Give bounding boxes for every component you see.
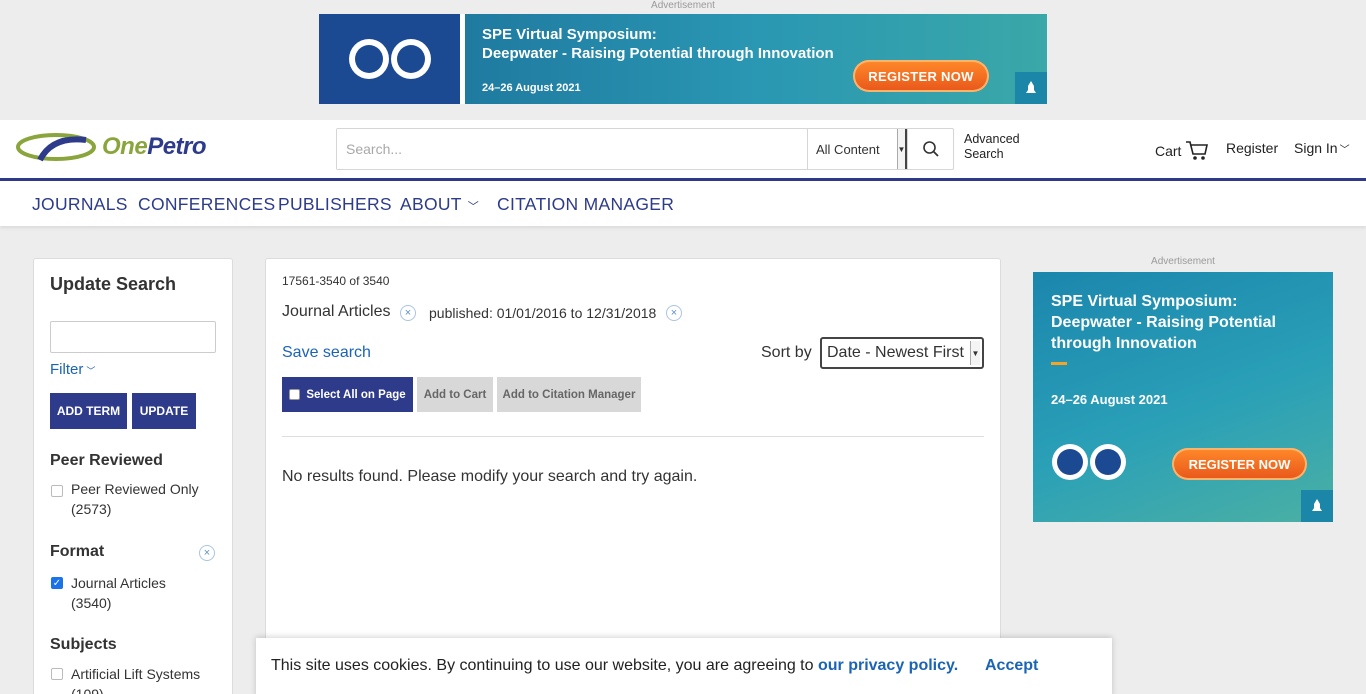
cart-icon	[1186, 141, 1209, 160]
subjects-heading: Subjects	[50, 636, 117, 653]
ad-choices-icon[interactable]	[1301, 490, 1333, 522]
globe-icon	[1052, 444, 1088, 480]
side-ad-register-button[interactable]: REGISTER NOW	[1172, 448, 1307, 480]
nav-about[interactable]: ABOUT ﹀	[400, 194, 479, 215]
search-bar: All Content ▼	[336, 128, 954, 170]
results-count: 17561-3540 of 3540	[282, 274, 390, 288]
logo-wordmark: OnePetro	[102, 133, 207, 160]
ad-label: Advertisement	[651, 0, 715, 11]
search-scope-select[interactable]: All Content ▼	[807, 129, 907, 169]
accept-cookies-button[interactable]: Accept	[985, 657, 1038, 675]
cart-link[interactable]: Cart	[1155, 140, 1209, 162]
side-ad-subtitle-2: through Innovation	[1051, 335, 1197, 352]
term-input[interactable]	[50, 321, 216, 353]
globe-icon	[1090, 444, 1126, 480]
artificial-lift-label: Artificial Lift Systems (109)	[71, 666, 201, 694]
divider	[1051, 362, 1067, 365]
globe-icon	[390, 39, 431, 79]
cookie-banner: This site uses cookies. By continuing to…	[256, 638, 1112, 694]
no-results-message: No results found. Please modify your sea…	[282, 468, 698, 485]
spe-logo	[319, 14, 460, 104]
sidebar-title: Update Search	[50, 274, 177, 294]
top-ad-region: Advertisement SPE Virtual Symposium: Dee…	[0, 0, 1366, 120]
side-banner-ad[interactable]: SPE Virtual Symposium: Deepwater - Raisi…	[1033, 272, 1333, 522]
chevron-down-icon: ﹀	[86, 366, 96, 376]
caret-down-icon: ▼	[970, 341, 980, 365]
remove-facet-icon[interactable]: ×	[400, 305, 416, 321]
peer-reviewed-checkbox[interactable]	[51, 485, 63, 497]
search-scope-value: All Content	[816, 141, 880, 157]
save-search-link[interactable]: Save search	[282, 344, 371, 362]
clear-format-icon[interactable]: ×	[199, 545, 215, 561]
sign-in-menu[interactable]: Sign In ﹀	[1294, 140, 1350, 156]
site-header: OnePetro All Content ▼ Advanced Search C…	[0, 120, 1366, 178]
peer-reviewed-heading: Peer Reviewed	[50, 452, 163, 469]
caret-down-icon: ▼	[897, 129, 907, 169]
onepetro-logo[interactable]: OnePetro	[16, 130, 207, 164]
chevron-down-icon: ﹀	[1339, 145, 1350, 156]
journal-articles-checkbox[interactable]: ✓	[51, 577, 63, 589]
add-to-citation-button[interactable]: Add to Citation Manager	[497, 377, 641, 412]
search-input[interactable]	[337, 129, 807, 169]
privacy-policy-link[interactable]: our privacy policy.	[818, 657, 958, 674]
sort-label: Sort by	[761, 344, 812, 361]
nav-conferences[interactable]: CONFERENCES	[138, 194, 275, 215]
chevron-down-icon: ﹀	[467, 201, 480, 213]
filter-toggle[interactable]: Filter ﹀	[50, 361, 95, 378]
onepetro-swoosh-icon	[16, 133, 96, 162]
top-banner-ad[interactable]: SPE Virtual Symposium: Deepwater - Raisi…	[319, 14, 1047, 104]
spe-logo	[1052, 444, 1126, 480]
banner-register-button[interactable]: REGISTER NOW	[853, 60, 989, 92]
banner-subtitle: Deepwater - Raising Potential through In…	[482, 45, 834, 62]
remove-facet-icon[interactable]: ×	[666, 305, 682, 321]
side-ad-title: SPE Virtual Symposium:	[1051, 293, 1238, 310]
search-button[interactable]	[907, 129, 953, 169]
results-panel: 17561-3540 of 3540 Journal Articles × pu…	[265, 258, 1001, 694]
facet-published-range: published: 01/01/2016 to 12/31/2018	[429, 305, 657, 321]
ad-label: Advertisement	[1151, 256, 1215, 267]
add-term-button[interactable]: ADD TERM	[50, 393, 127, 429]
artificial-lift-checkbox[interactable]	[51, 668, 63, 680]
select-all-button[interactable]: Select All on Page	[282, 377, 413, 412]
select-all-checkbox[interactable]	[289, 389, 301, 400]
nav-publishers[interactable]: PUBLISHERS	[278, 194, 392, 215]
main-nav: JOURNALS CONFERENCES PUBLISHERS ABOUT ﹀ C…	[0, 178, 1366, 226]
facet-journal-articles: Journal Articles	[282, 303, 391, 320]
nav-journals[interactable]: JOURNALS	[32, 194, 128, 215]
side-ad-date: 24–26 August 2021	[1051, 392, 1168, 407]
update-button[interactable]: UPDATE	[132, 393, 196, 429]
side-ad-subtitle: Deepwater - Raising Potential	[1051, 314, 1276, 331]
register-link[interactable]: Register	[1226, 140, 1278, 156]
cookie-message: This site uses cookies. By continuing to…	[271, 657, 959, 674]
advanced-search-link[interactable]: Advanced Search	[964, 132, 1020, 162]
search-icon	[922, 141, 939, 157]
divider	[282, 436, 984, 437]
sort-select[interactable]: Date - Newest First ▼	[820, 337, 984, 369]
update-search-sidebar: Update Search Filter ﹀ ADD TERM UPDATE Pe…	[33, 258, 233, 694]
banner-title: SPE Virtual Symposium:	[482, 26, 657, 43]
ad-choices-icon[interactable]	[1015, 72, 1047, 104]
banner-date: 24–26 August 2021	[482, 82, 581, 94]
peer-reviewed-label: Peer Reviewed Only (2573)	[71, 481, 199, 517]
nav-citation-manager[interactable]: CITATION MANAGER	[497, 194, 674, 215]
journal-articles-label: Journal Articles (3540)	[71, 575, 166, 611]
format-heading: Format	[50, 543, 105, 560]
globe-icon	[348, 39, 389, 79]
add-to-cart-button[interactable]: Add to Cart	[417, 377, 493, 412]
